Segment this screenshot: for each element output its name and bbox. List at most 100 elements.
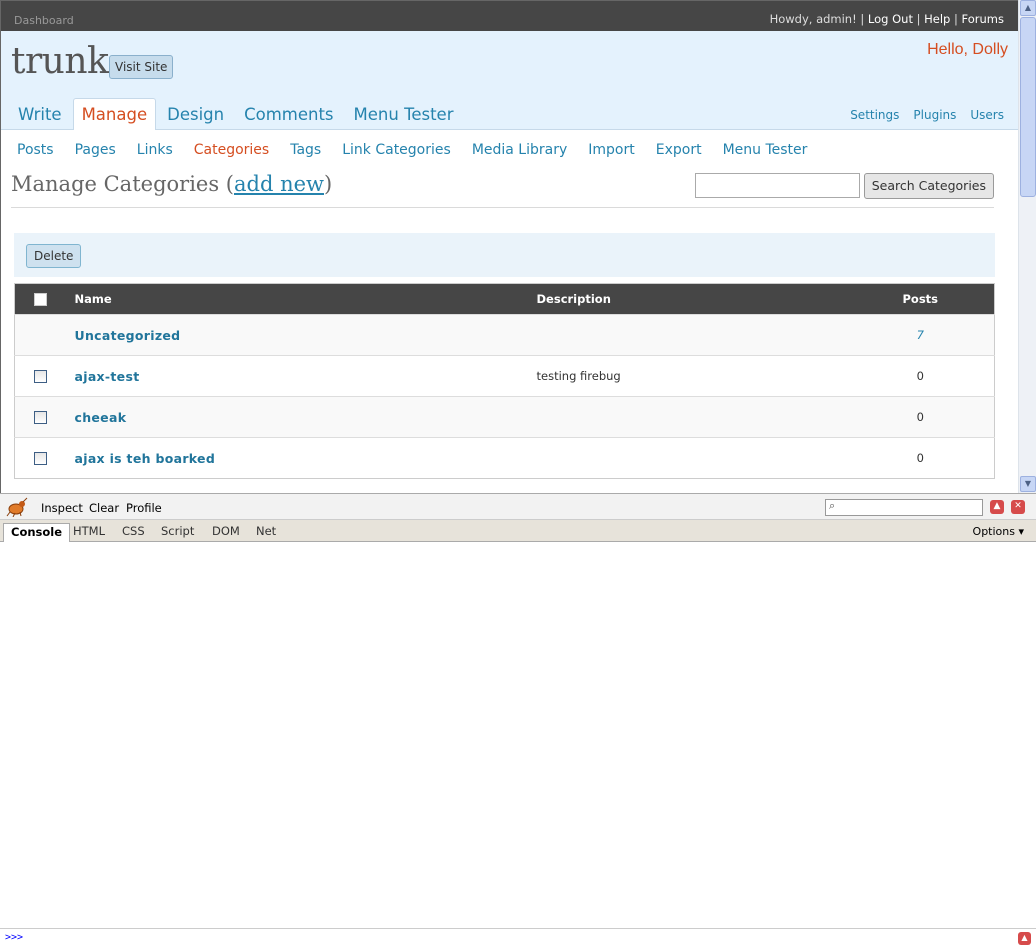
checkbox-cell (14, 355, 75, 397)
submenu-posts[interactable]: Posts (17, 142, 54, 170)
row-checkbox[interactable] (34, 452, 47, 465)
side-navigation: Settings Plugins Users (850, 108, 1004, 122)
name-cell: ajax is teh boarked (74, 437, 537, 479)
submenu-links[interactable]: Links (137, 142, 173, 170)
hello-dolly-text: Hello, Dolly (927, 41, 1008, 58)
separator: | (916, 12, 921, 26)
submenu-tags[interactable]: Tags (290, 142, 321, 170)
minimize-icon[interactable]: ▲ (990, 500, 1004, 514)
tab-css[interactable]: CSS (122, 523, 145, 542)
name-cell: Uncategorized (74, 314, 537, 356)
command-line[interactable]: >>> ▲ (0, 928, 1036, 947)
console-output (0, 542, 1036, 928)
profile-button[interactable]: Profile (126, 501, 162, 515)
submenu-media-library[interactable]: Media Library (472, 142, 567, 170)
submenu-menu-tester[interactable]: Menu Tester (723, 142, 808, 170)
tab-comments[interactable]: Comments (235, 98, 342, 130)
firebug-tabs: Console HTML CSS Script DOM Net Options … (0, 519, 1036, 542)
howdy-text: Howdy, admin! (769, 12, 857, 26)
users-link[interactable]: Users (970, 108, 1004, 122)
table-header-row: Name Description Posts (14, 283, 995, 315)
search-categories-input[interactable] (695, 173, 860, 198)
checkbox-cell (14, 437, 75, 479)
header-description[interactable]: Description (536, 283, 847, 315)
firebug-search-input[interactable]: ⌕ (825, 499, 983, 516)
tab-dom[interactable]: DOM (212, 523, 240, 542)
table-row: Uncategorized 7 (14, 314, 995, 356)
description-cell (536, 314, 847, 356)
delete-button[interactable]: Delete (26, 244, 82, 268)
description-cell: testing firebug (536, 355, 847, 397)
checkbox-cell (14, 396, 75, 438)
tab-menu-tester[interactable]: Menu Tester (345, 98, 463, 130)
scroll-down-icon[interactable]: ▼ (1020, 476, 1036, 492)
submenu-link-categories[interactable]: Link Categories (342, 142, 451, 170)
settings-link[interactable]: Settings (850, 108, 899, 122)
expand-icon[interactable]: ▲ (1018, 932, 1031, 945)
select-all-checkbox[interactable] (34, 293, 47, 306)
table-nav: Delete (14, 233, 995, 277)
row-checkbox[interactable] (34, 411, 47, 424)
category-name-link[interactable]: cheeak (75, 410, 127, 425)
search-categories-button[interactable]: Search Categories (863, 173, 994, 199)
scroll-thumb[interactable] (1020, 17, 1036, 197)
category-name-link[interactable]: ajax is teh boarked (75, 451, 216, 466)
page-title-text: Manage Categories ( (11, 172, 234, 196)
site-title: trunk (11, 41, 109, 82)
title-row: Manage Categories (add new) Search Categ… (11, 170, 994, 208)
page-title: Manage Categories (add new) (11, 172, 332, 196)
command-prompt: >>> (5, 932, 24, 943)
posts-cell: 7 (846, 314, 995, 356)
separator: | (954, 12, 958, 26)
firebug-toolbar: Inspect Clear Profile ⌕ ▲ ✕ (0, 493, 1036, 519)
search-icon: ⌕ (829, 499, 836, 512)
posts-count-link[interactable]: 7 (917, 328, 924, 342)
row-checkbox[interactable] (34, 370, 47, 383)
browser-viewport: Dashboard Howdy, admin! | Log Out | Help… (0, 0, 1018, 493)
page-title-end: ) (324, 172, 333, 196)
vertical-scrollbar[interactable]: ▲ ▼ (1018, 0, 1036, 493)
options-menu[interactable]: Options ▾ (973, 525, 1024, 538)
name-cell: cheeak (74, 396, 537, 438)
submenu-import[interactable]: Import (588, 142, 634, 170)
select-all-cell (14, 283, 75, 315)
submenu-categories[interactable]: Categories (194, 142, 269, 170)
main-navigation: Write Manage Design Comments Menu Tester (9, 98, 465, 130)
manage-submenu: Posts Pages Links Categories Tags Link C… (1, 130, 1018, 170)
tab-write[interactable]: Write (9, 98, 71, 130)
separator: | (860, 12, 865, 26)
category-name-link[interactable]: Uncategorized (75, 328, 181, 343)
forums-link[interactable]: Forums (962, 12, 1004, 26)
submenu-pages[interactable]: Pages (75, 142, 116, 170)
header-name[interactable]: Name (74, 283, 537, 315)
tab-script[interactable]: Script (161, 523, 194, 542)
tab-design[interactable]: Design (158, 98, 233, 130)
checkbox-cell (14, 314, 75, 356)
posts-cell: 0 (846, 355, 995, 397)
table-row: ajax-test testing firebug 0 (14, 355, 995, 397)
admin-topbar: Dashboard Howdy, admin! | Log Out | Help… (1, 1, 1018, 31)
plugins-link[interactable]: Plugins (913, 108, 956, 122)
table-row: ajax is teh boarked 0 (14, 437, 995, 479)
firebug-icon[interactable] (6, 497, 28, 518)
visit-site-button[interactable]: Visit Site (109, 55, 174, 79)
tab-console[interactable]: Console (3, 523, 71, 542)
header-posts[interactable]: Posts (846, 283, 995, 315)
clear-button[interactable]: Clear (89, 501, 119, 515)
description-cell (536, 396, 847, 438)
category-name-link[interactable]: ajax-test (75, 369, 140, 384)
tab-manage[interactable]: Manage (72, 98, 157, 130)
dashboard-link[interactable]: Dashboard (14, 14, 74, 27)
table-row: cheeak 0 (14, 396, 995, 438)
inspect-button[interactable]: Inspect (41, 501, 83, 515)
posts-cell: 0 (846, 396, 995, 438)
close-icon[interactable]: ✕ (1011, 500, 1025, 514)
tab-net[interactable]: Net (256, 523, 276, 542)
logout-link[interactable]: Log Out (868, 12, 913, 26)
scroll-up-icon[interactable]: ▲ (1020, 0, 1036, 16)
help-link[interactable]: Help (924, 12, 950, 26)
add-new-link[interactable]: add new (234, 172, 324, 196)
submenu-export[interactable]: Export (656, 142, 702, 170)
tab-html[interactable]: HTML (73, 523, 105, 542)
categories-table: Name Description Posts Uncategorized 7 a… (14, 283, 995, 479)
